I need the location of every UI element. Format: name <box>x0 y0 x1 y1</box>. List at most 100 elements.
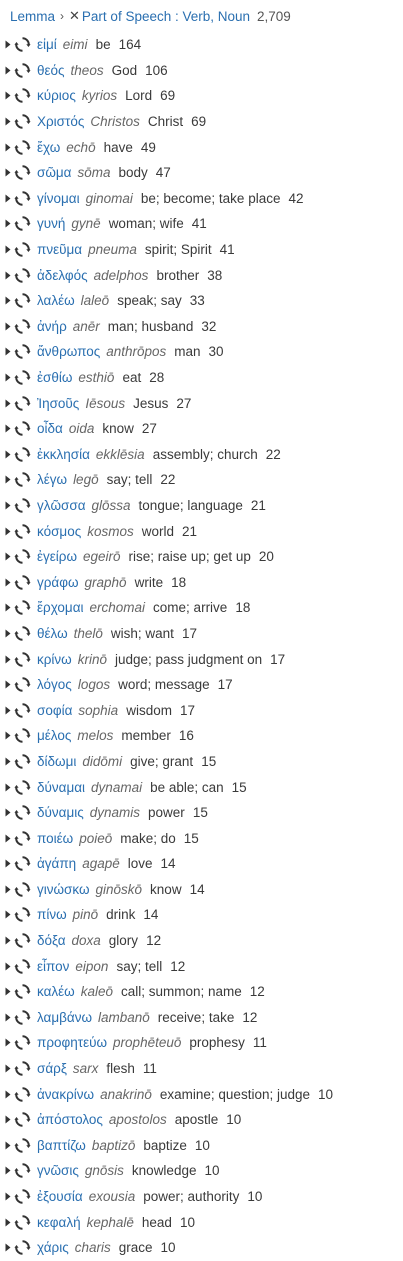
lemma-greek-link[interactable]: γνῶσις <box>37 1163 79 1178</box>
list-item[interactable]: εἶπον eipon say; tell 12 <box>5 953 403 979</box>
cycle-arrows-icon[interactable] <box>14 906 32 924</box>
list-item[interactable]: γνῶσις gnōsis knowledge 10 <box>5 1158 403 1184</box>
cycle-arrows-icon[interactable] <box>14 932 32 950</box>
lemma-greek-link[interactable]: σῶμα <box>37 165 71 180</box>
list-item[interactable]: χάρις charis grace 10 <box>5 1235 403 1261</box>
expand-triangle-icon[interactable] <box>5 344 13 360</box>
list-item[interactable]: κρίνω krinō judge; pass judgment on 17 <box>5 646 403 672</box>
expand-triangle-icon[interactable] <box>5 472 13 488</box>
expand-triangle-icon[interactable] <box>5 293 13 309</box>
lemma-greek-link[interactable]: λόγος <box>37 677 72 692</box>
lemma-greek-link[interactable]: ἐγείρω <box>37 549 77 564</box>
list-item[interactable]: βαπτίζω baptizō baptize 10 <box>5 1133 403 1159</box>
cycle-arrows-icon[interactable] <box>14 343 32 361</box>
list-item[interactable]: ἀπόστολος apostolos apostle 10 <box>5 1107 403 1133</box>
cycle-arrows-icon[interactable] <box>14 394 32 412</box>
list-item[interactable]: δύναμις dynamis power 15 <box>5 800 403 826</box>
cycle-arrows-icon[interactable] <box>14 573 32 591</box>
lemma-greek-link[interactable]: ἀπόστολος <box>37 1112 103 1127</box>
cycle-arrows-icon[interactable] <box>14 1213 32 1231</box>
breadcrumb-root-link[interactable]: Lemma <box>10 9 55 24</box>
list-item[interactable]: σοφία sophia wisdom 17 <box>5 697 403 723</box>
expand-triangle-icon[interactable] <box>5 881 13 897</box>
list-item[interactable]: λαλέω laleō speak; say 33 <box>5 288 403 314</box>
list-item[interactable]: ἀνακρίνω anakrinō examine; question; judge… <box>5 1081 403 1107</box>
list-item[interactable]: σῶμα sōma body 47 <box>5 160 403 186</box>
lemma-greek-link[interactable]: λαμβάνω <box>37 1010 92 1025</box>
lemma-greek-link[interactable]: ἐκκλησία <box>37 447 90 462</box>
cycle-arrows-icon[interactable] <box>14 420 32 438</box>
expand-triangle-icon[interactable] <box>5 549 13 565</box>
list-item[interactable]: ἐκκλησία ekklēsia assembly; church 22 <box>5 442 403 468</box>
lemma-greek-link[interactable]: ἀγάπη <box>37 856 76 871</box>
lemma-greek-link[interactable]: δόξα <box>37 933 66 948</box>
expand-triangle-icon[interactable] <box>5 600 13 616</box>
list-item[interactable]: πνεῦμα pneuma spirit; Spirit 41 <box>5 237 403 263</box>
list-item[interactable]: ἐξουσία exousia power; authority 10 <box>5 1184 403 1210</box>
list-item[interactable]: προφητεύω prophēteuō prophesy 11 <box>5 1030 403 1056</box>
list-item[interactable]: γυνή gynē woman; wife 41 <box>5 211 403 237</box>
cycle-arrows-icon[interactable] <box>14 957 32 975</box>
cycle-arrows-icon[interactable] <box>14 471 32 489</box>
lemma-greek-link[interactable]: λέγω <box>37 472 67 487</box>
list-item[interactable]: πίνω pinō drink 14 <box>5 902 403 928</box>
lemma-greek-link[interactable]: κρίνω <box>37 652 72 667</box>
list-item[interactable]: γράφω graphō write 18 <box>5 569 403 595</box>
lemma-greek-link[interactable]: οἶδα <box>37 421 63 436</box>
cycle-arrows-icon[interactable] <box>14 778 32 796</box>
expand-triangle-icon[interactable] <box>5 370 13 386</box>
expand-triangle-icon[interactable] <box>5 1086 13 1102</box>
expand-triangle-icon[interactable] <box>5 1214 13 1230</box>
list-item[interactable]: κύριος kyrios Lord 69 <box>5 83 403 109</box>
expand-triangle-icon[interactable] <box>5 190 13 206</box>
lemma-greek-link[interactable]: θέλω <box>37 626 68 641</box>
lemma-greek-link[interactable]: λαλέω <box>37 293 75 308</box>
cycle-arrows-icon[interactable] <box>14 1136 32 1154</box>
expand-triangle-icon[interactable] <box>5 984 13 1000</box>
list-item[interactable]: θέλω thelō wish; want 17 <box>5 621 403 647</box>
expand-triangle-icon[interactable] <box>5 318 13 334</box>
cycle-arrows-icon[interactable] <box>14 1034 32 1052</box>
expand-triangle-icon[interactable] <box>5 907 13 923</box>
list-item[interactable]: κόσμος kosmos world 21 <box>5 518 403 544</box>
expand-triangle-icon[interactable] <box>5 856 13 872</box>
lemma-greek-link[interactable]: γίνομαι <box>37 191 80 206</box>
cycle-arrows-icon[interactable] <box>14 880 32 898</box>
expand-triangle-icon[interactable] <box>5 421 13 437</box>
cycle-arrows-icon[interactable] <box>14 1060 32 1078</box>
list-item[interactable]: ἄνθρωπος anthrōpos man 30 <box>5 339 403 365</box>
expand-triangle-icon[interactable] <box>5 1240 13 1256</box>
expand-triangle-icon[interactable] <box>5 242 13 258</box>
cycle-arrows-icon[interactable] <box>14 1239 32 1257</box>
lemma-greek-link[interactable]: μέλος <box>37 728 71 743</box>
list-item[interactable]: γίνομαι ginomai be; become; take place 42 <box>5 186 403 212</box>
lemma-greek-link[interactable]: βαπτίζω <box>37 1138 86 1153</box>
cycle-arrows-icon[interactable] <box>14 855 32 873</box>
cycle-arrows-icon[interactable] <box>14 87 32 105</box>
lemma-greek-link[interactable]: καλέω <box>37 984 75 999</box>
cycle-arrows-icon[interactable] <box>14 522 32 540</box>
list-item[interactable]: Ἰησοῦς Iēsous Jesus 27 <box>5 390 403 416</box>
expand-triangle-icon[interactable] <box>5 88 13 104</box>
list-item[interactable]: ἔχω echō have 49 <box>5 134 403 160</box>
lemma-greek-link[interactable]: σοφία <box>37 703 72 718</box>
list-item[interactable]: δύναμαι dynamai be able; can 15 <box>5 774 403 800</box>
lemma-greek-link[interactable]: Χριστός <box>37 114 84 129</box>
lemma-greek-link[interactable]: πίνω <box>37 907 67 922</box>
expand-triangle-icon[interactable] <box>5 1163 13 1179</box>
expand-triangle-icon[interactable] <box>5 958 13 974</box>
lemma-greek-link[interactable]: κύριος <box>37 88 76 103</box>
expand-triangle-icon[interactable] <box>5 574 13 590</box>
cycle-arrows-icon[interactable] <box>14 445 32 463</box>
cycle-arrows-icon[interactable] <box>14 624 32 642</box>
lemma-greek-link[interactable]: κεφαλή <box>37 1215 81 1230</box>
cycle-arrows-icon[interactable] <box>14 215 32 233</box>
expand-triangle-icon[interactable] <box>5 1061 13 1077</box>
lemma-greek-link[interactable]: γυνή <box>37 216 65 231</box>
lemma-greek-link[interactable]: κόσμος <box>37 524 81 539</box>
cycle-arrows-icon[interactable] <box>14 701 32 719</box>
cycle-arrows-icon[interactable] <box>14 317 32 335</box>
cycle-arrows-icon[interactable] <box>14 1111 32 1129</box>
lemma-greek-link[interactable]: εἶπον <box>37 959 69 974</box>
list-item[interactable]: ποιέω poieō make; do 15 <box>5 825 403 851</box>
